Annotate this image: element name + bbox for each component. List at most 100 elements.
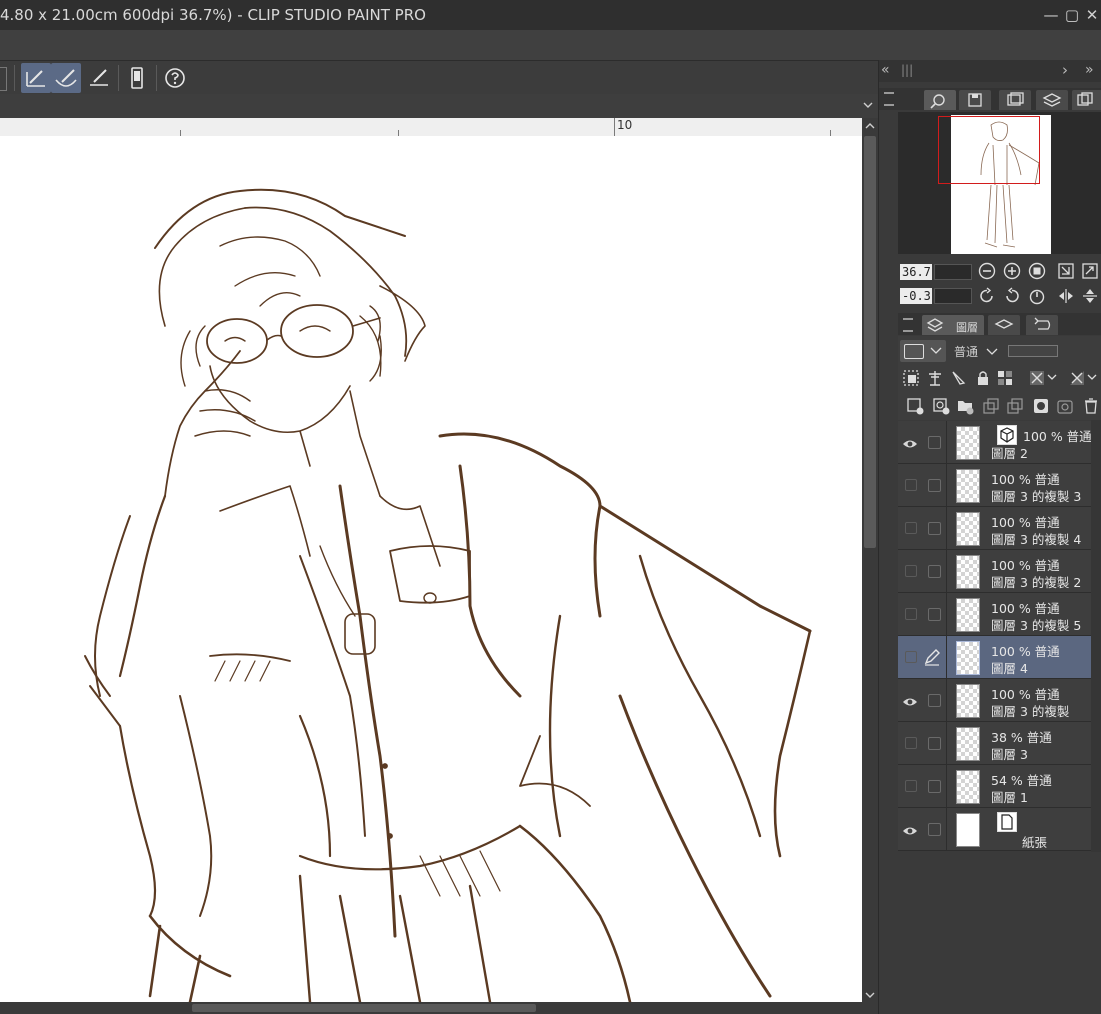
visibility-toggle[interactable] [902,736,918,749]
flip-vertical-icon[interactable] [1081,287,1099,305]
layer-lock-checkbox[interactable] [928,737,941,750]
new-folder-icon[interactable] [956,397,974,415]
apply-mask-icon[interactable] [1056,397,1074,415]
lock-transparency-icon[interactable] [996,369,1014,387]
ruler-options-icon[interactable] [1068,369,1098,387]
layer-name: 圖層 3 [991,747,1028,762]
collapse-left-icon[interactable]: « [881,62,890,78]
fit-to-window-icon[interactable] [1081,262,1099,280]
layer-lock-checkbox[interactable] [928,608,941,621]
blend-mode-select[interactable]: 普通 [954,340,1002,362]
clipping-icon[interactable] [902,369,920,387]
opacity-slider[interactable] [1008,345,1058,357]
panel-grip-icon[interactable]: ||| [901,63,913,77]
tab-layer-search[interactable] [1036,90,1068,110]
layer-row[interactable]: 100 % 普通 圖層 3 的複製 5 [898,593,1091,636]
create-mask-icon[interactable] [1032,397,1050,415]
layer-lock-checkbox[interactable] [928,823,941,836]
menu-icon[interactable] [884,92,894,106]
layer-lock-checkbox[interactable] [928,780,941,793]
eye-icon[interactable] [902,693,918,706]
rotate-right-icon[interactable] [1003,287,1021,305]
rotate-left-icon[interactable] [978,287,996,305]
new-raster-layer-icon[interactable] [906,397,924,415]
canvas-tab-bar [0,94,878,118]
chevron-down-icon[interactable] [862,100,874,110]
reset-rotation-icon[interactable] [1028,287,1046,305]
layer-lock-checkbox[interactable] [928,522,941,535]
layer-name: 圖層 4 [991,661,1028,676]
layer-row[interactable]: 100 % 普通 圖層 3 的複製 [898,679,1091,722]
layer-lock-checkbox[interactable] [928,436,941,449]
snap-to-ruler-button[interactable] [21,63,51,93]
layer-list-scrollbar[interactable] [1091,420,1101,852]
title-bar: 4.80 x 21.00cm 600dpi 36.7%) - CLIP STUD… [0,0,1101,30]
device-settings-button[interactable] [122,63,152,93]
visibility-toggle[interactable] [902,564,918,577]
navigator-view-frame[interactable] [938,116,1040,184]
help-button[interactable] [160,63,190,93]
visibility-toggle[interactable] [902,650,918,663]
visibility-toggle[interactable] [902,779,918,792]
maximize-button[interactable]: ▢ [1061,4,1083,26]
tab-layer[interactable]: 圖層 [922,315,984,335]
flip-horizontal-icon[interactable] [1057,287,1075,305]
chevron-down-icon [930,347,942,354]
menu-icon[interactable] [903,318,913,332]
layer-lock-checkbox[interactable] [928,479,941,492]
layer-row[interactable]: 100 % 普通 圖層 3 的複製 3 [898,464,1091,507]
visibility-toggle[interactable] [902,478,918,491]
lock-icon[interactable] [974,369,992,387]
tab-sub-view[interactable] [959,90,991,110]
delete-layer-icon[interactable] [1082,397,1100,415]
tab-history[interactable] [1026,315,1058,335]
fit-to-navigator-icon[interactable] [1057,262,1075,280]
collapse-right-icon[interactable]: » [1085,62,1094,78]
close-button[interactable]: ✕ [1081,4,1101,26]
snap-to-special-ruler-button[interactable] [51,63,81,93]
tab-layer-search[interactable] [988,315,1020,335]
layer-lock-checkbox[interactable] [928,565,941,578]
visibility-toggle[interactable] [902,607,918,620]
draft-layer-icon[interactable] [950,369,968,387]
snap-to-grid-button[interactable] [84,63,114,93]
layer-row[interactable]: 100 % 普通 圖層 3 的複製 2 [898,550,1091,593]
expand-right-icon[interactable]: › [1062,61,1068,79]
rotate-value-field[interactable]: -0.3 [900,288,932,304]
drawing-canvas[interactable] [0,136,862,1002]
tab-layer-property[interactable] [999,90,1031,110]
zoom-in-icon[interactable] [1003,262,1021,280]
rotate-slider[interactable] [934,288,972,304]
layer-lock-checkbox[interactable] [928,694,941,707]
zoom-slider[interactable] [934,264,972,280]
new-vector-layer-icon[interactable] [932,397,950,415]
zoom-out-icon[interactable] [978,262,996,280]
horizontal-scroll-thumb[interactable] [192,1004,536,1012]
layer-row[interactable]: 100 % 普通 圖層 2 [898,421,1092,464]
minimize-button[interactable]: — [1040,4,1062,26]
layer-row[interactable]: 100 % 普通 圖層 4 [898,636,1091,679]
actual-size-icon[interactable] [1028,262,1046,280]
layer-thumbnail [956,469,980,503]
vertical-scroll-thumb[interactable] [864,136,876,548]
transfer-down-icon[interactable] [982,397,1000,415]
zoom-value-field[interactable]: 36.7 [900,264,932,280]
merge-down-icon[interactable] [1006,397,1024,415]
scroll-up-icon[interactable] [864,121,876,131]
tab-animation[interactable] [1072,90,1101,110]
layer-row[interactable]: 54 % 普通 圖層 1 [898,765,1091,808]
visibility-toggle[interactable] [902,521,918,534]
scroll-down-icon[interactable] [864,990,876,1000]
mask-options-icon[interactable] [1028,369,1058,387]
eye-icon[interactable] [902,435,918,448]
layer-color-select[interactable] [900,340,946,362]
reference-layer-icon[interactable] [926,369,944,387]
layer-row[interactable]: 紙張 [898,808,1091,851]
layer-list-empty-area [898,852,1101,1014]
partial-icon[interactable] [0,67,7,91]
eye-icon[interactable] [902,822,918,835]
menu-bar [0,30,1101,60]
tab-navigator[interactable] [924,90,956,110]
layer-row[interactable]: 100 % 普通 圖層 3 的複製 4 [898,507,1091,550]
layer-row[interactable]: 38 % 普通 圖層 3 [898,722,1091,765]
